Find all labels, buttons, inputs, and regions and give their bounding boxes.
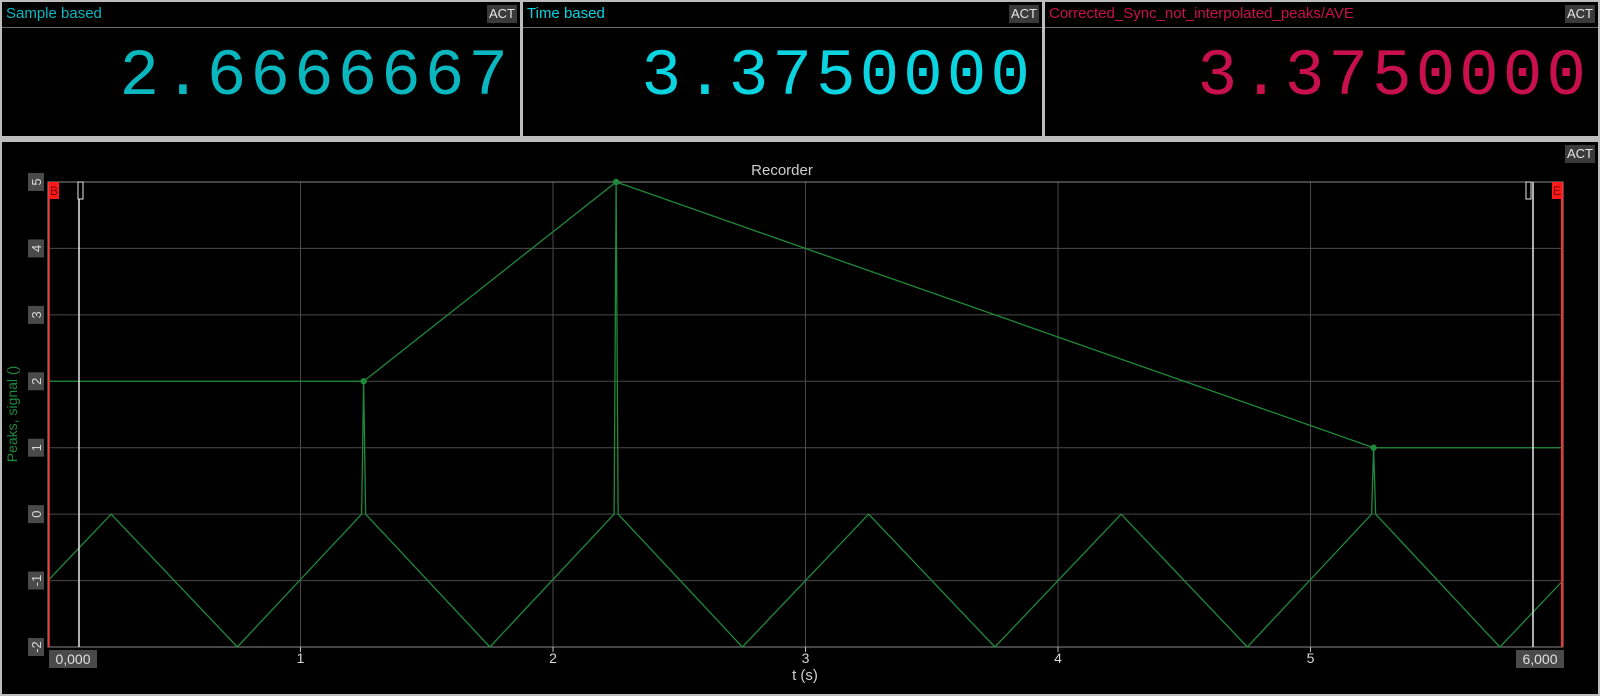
y-tick-label: 3 [29,311,44,318]
x-axis-label: t (s) [792,667,818,684]
x-tick-label: 1 [297,650,305,666]
y-tick-label: 2 [29,378,44,385]
y-axis-label: Peaks, signal () [4,366,20,462]
peak-marker [360,378,367,385]
x-tick-label: 5 [1307,650,1315,666]
y-tick-label: -2 [29,641,44,653]
chart-grid [48,181,1563,648]
y-tick-label: 1 [29,444,44,451]
peak-marker [1370,444,1377,451]
range-end-label: 6,000 [1522,651,1557,667]
recorder-chart[interactable]: Recorder B E 5 4 3 2 1 0 -1 -2 1 2 3 4 5 Peaks, sig… [0,0,1600,696]
cursor-end-tag: E [1553,184,1561,198]
cursor-start-white-handle[interactable] [77,181,84,200]
x-axis-ticks: 1 2 3 4 5 [297,647,1315,666]
y-tick-label: -1 [29,575,44,587]
cursor-start-tag: B [50,184,58,198]
recorder-title: Recorder [751,162,813,179]
range-start-label: 0,000 [55,651,90,667]
cursor-end-white-handle[interactable] [1525,181,1532,200]
y-tick-label: 5 [29,178,44,185]
x-tick-label: 3 [802,650,810,666]
x-tick-label: 4 [1054,650,1062,666]
y-tick-label: 0 [29,511,44,518]
y-axis-ticks: 5 4 3 2 1 0 -1 -2 [28,173,44,656]
x-tick-label: 2 [549,650,557,666]
y-tick-label: 4 [29,245,44,252]
peak-marker [612,178,620,186]
